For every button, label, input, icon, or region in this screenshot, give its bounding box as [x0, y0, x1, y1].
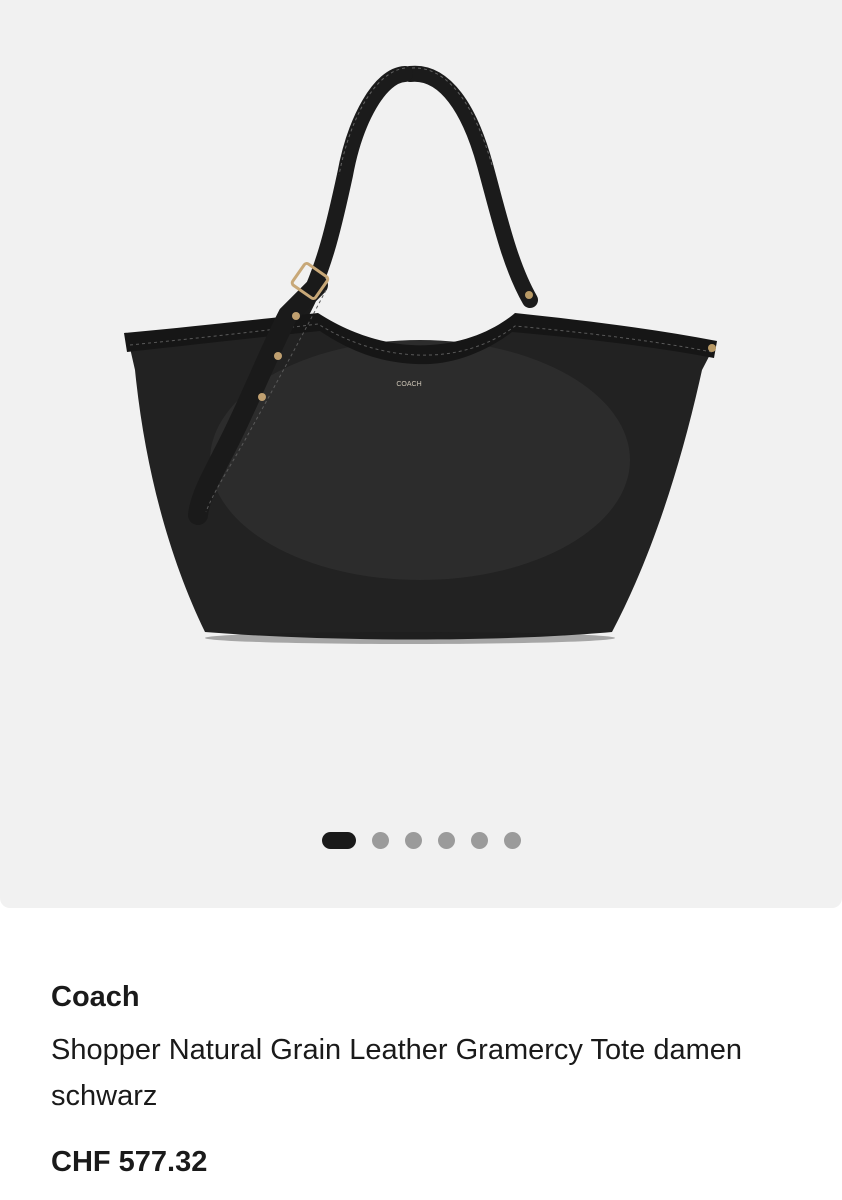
- product-info: Coach Shopper Natural Grain Leather Gram…: [51, 975, 811, 1119]
- image-pager: [0, 831, 842, 849]
- product-image[interactable]: COACH: [0, 0, 842, 800]
- bag-logo-text: COACH: [396, 381, 421, 388]
- product-title: Shopper Natural Grain Leather Gramercy T…: [51, 1034, 742, 1112]
- pager-dot-5[interactable]: [470, 831, 488, 849]
- product-image-gallery[interactable]: COACH: [0, 0, 842, 908]
- pager-dot-6[interactable]: [503, 831, 521, 849]
- product-price: CHF 577.32: [51, 1146, 208, 1178]
- pager-dot-1[interactable]: [321, 831, 356, 849]
- pager-dot-2[interactable]: [371, 831, 389, 849]
- pager-dot-4[interactable]: [437, 831, 455, 849]
- pager-dot-3[interactable]: [404, 831, 422, 849]
- product-brand[interactable]: Coach: [51, 975, 811, 1019]
